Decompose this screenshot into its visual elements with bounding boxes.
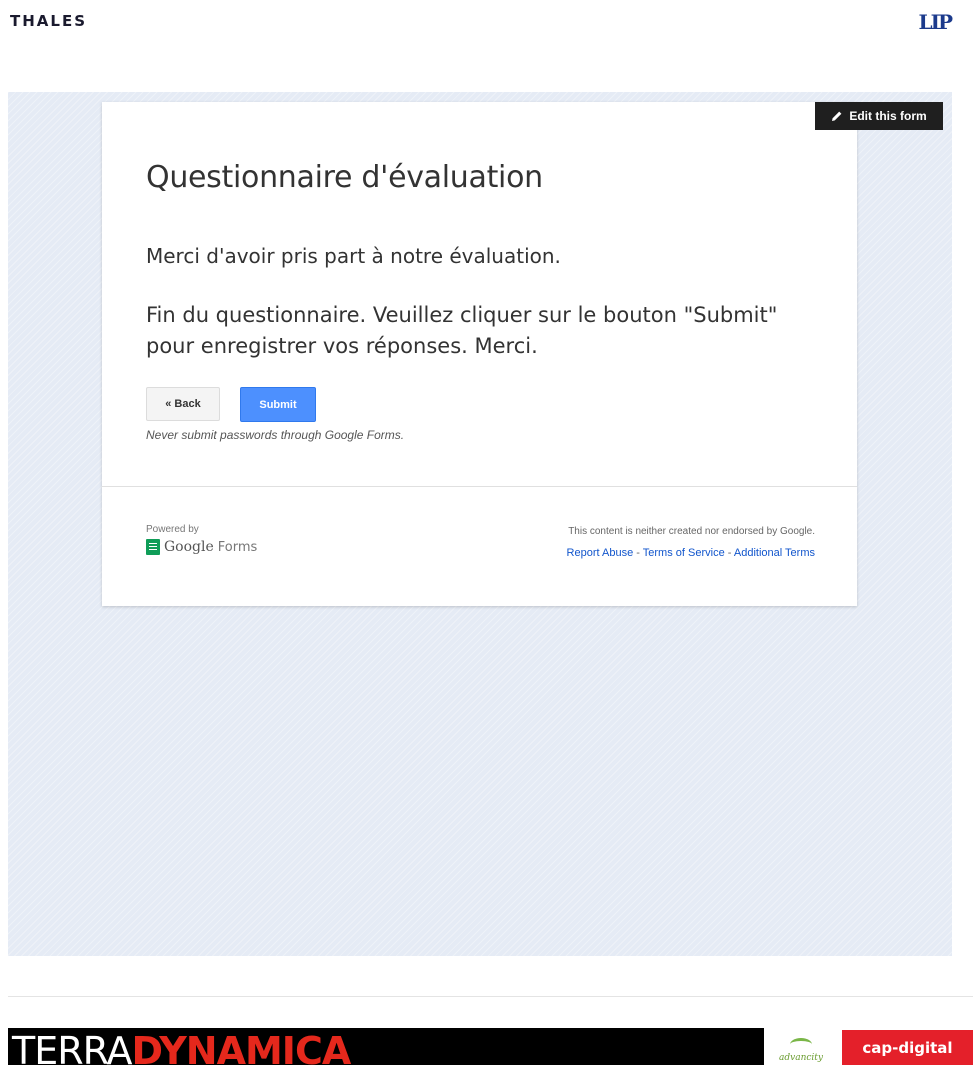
terra-text: TERRA bbox=[12, 1029, 132, 1065]
lip-logo: LIP bbox=[918, 10, 953, 34]
report-abuse-link[interactable]: Report Abuse bbox=[567, 547, 634, 559]
cap-digital-logo: cap-digital bbox=[842, 1030, 973, 1065]
additional-terms-link[interactable]: Additional Terms bbox=[734, 547, 815, 559]
edit-form-button[interactable]: Edit this form bbox=[815, 102, 943, 130]
link-separator: - bbox=[724, 547, 734, 559]
form-title: Questionnaire d'évaluation bbox=[146, 160, 543, 195]
footer-divider bbox=[102, 486, 857, 487]
edit-form-label: Edit this form bbox=[849, 109, 927, 123]
dynamica-text: DYNAMICA bbox=[131, 1029, 351, 1065]
pencil-icon bbox=[832, 111, 842, 121]
google-forms-logo[interactable]: Google Forms bbox=[146, 539, 257, 555]
form-card: Questionnaire d'évaluation Merci d'avoir… bbox=[102, 102, 857, 606]
advancity-logo: advancity bbox=[775, 1030, 827, 1063]
footer-links: Report Abuse - Terms of Service - Additi… bbox=[567, 547, 815, 559]
google-disclaimer: This content is neither created nor endo… bbox=[568, 526, 815, 537]
end-message: Fin du questionnaire. Veuillez cliquer s… bbox=[146, 303, 778, 358]
lip-logo-text: LIP bbox=[918, 10, 953, 34]
terms-of-service-link[interactable]: Terms of Service bbox=[643, 547, 725, 559]
advancity-mark-icon bbox=[790, 1038, 812, 1051]
back-button[interactable]: « Back bbox=[146, 387, 220, 421]
thales-logo: THALES bbox=[10, 12, 88, 30]
terra-dynamica-logo: TERRADYNAMICA bbox=[8, 1028, 764, 1065]
powered-by-label: Powered by bbox=[146, 524, 199, 535]
submit-button[interactable]: Submit bbox=[240, 387, 316, 422]
google-forms-icon bbox=[146, 539, 160, 555]
forms-wordmark: Forms bbox=[217, 539, 258, 555]
page-divider bbox=[8, 996, 973, 997]
advancity-text: advancity bbox=[779, 1053, 823, 1063]
link-separator: - bbox=[633, 547, 643, 559]
password-warning: Never submit passwords through Google Fo… bbox=[146, 428, 405, 442]
google-wordmark: Google bbox=[164, 539, 214, 555]
thanks-message: Merci d'avoir pris part à notre évaluati… bbox=[146, 244, 561, 268]
